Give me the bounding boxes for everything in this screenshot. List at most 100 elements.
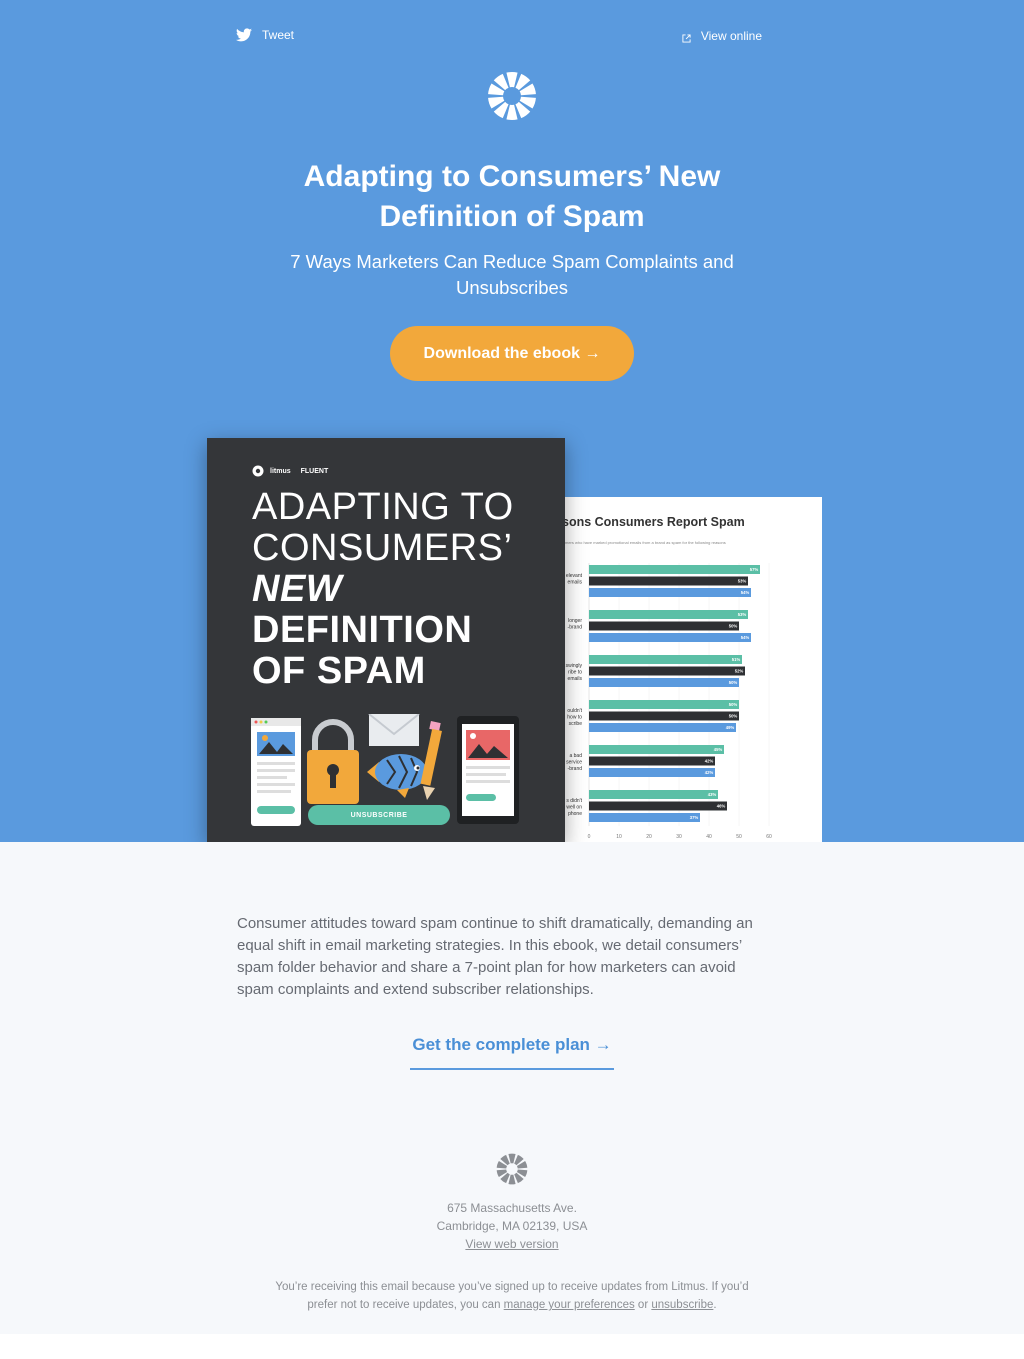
chart-category-label: ribe to [568,670,582,676]
download-ebook-button[interactable]: Download the ebook → [390,326,634,381]
padlock-illustration-icon [307,719,359,804]
external-link-icon [682,34,691,43]
chart-data-label: 50% [729,680,738,685]
logo-segment [506,104,518,120]
chart-category-label: service [566,760,582,766]
chart-bar [589,633,751,642]
phone-illustration-icon [251,718,301,826]
subtitle-line-2: Unsubscribes [455,277,569,298]
body-line-2: equal shift in email marketing strategie… [237,937,743,954]
view-web-version-link[interactable]: View web version [465,1237,558,1251]
footer-notice: You’re receiving this email because you’… [237,1278,787,1314]
chart-data-label: 46% [717,804,726,809]
chart-data-label: 54% [741,635,750,640]
cover-brands: litmus FLUENT [252,465,328,477]
tablet-illustration-icon [457,716,519,824]
chart-data-label: 45% [714,747,723,752]
chart-data-label: 42% [705,759,714,764]
tweet-link[interactable]: Tweet [236,28,294,42]
chart-bar [589,700,739,709]
chart-bar [589,666,745,676]
chart-data-label: 50% [729,714,738,719]
chart-bar [589,768,715,777]
twitter-icon [236,28,252,42]
chart-tick-label: 60 [766,834,772,840]
chart-tick-label: 10 [616,834,622,840]
body-line-3: spam folder behavior and share a 7-point… [237,959,736,976]
chart-data-label: 51% [732,657,741,662]
notice-line-2: prefer not to receive updates, you can [307,1299,504,1311]
envelope-illustration-icon [368,714,420,746]
cover-title-line-2: CONSUMERS’ [252,527,513,569]
chart-category-label: ouldn't [567,708,582,714]
chart-data-label: 52% [735,669,744,674]
fish-illustration-icon [367,754,427,798]
chart-data-label: 49% [726,725,735,730]
cover-title-line-4: DEFINITION [252,609,473,651]
address-line-1: 675 Massachusetts Ave. [447,1201,577,1215]
chart-tick-label: 50 [736,834,742,840]
brand-fluent: FLUENT [300,467,329,475]
chart-category-label: longer [568,618,582,624]
chart-bar [589,711,739,721]
page-title: Adapting to Consumers’ New Definition of… [232,157,792,237]
cover-unsubscribe-graphic: UNSUBSCRIBE [308,805,450,825]
chart-tick-label: 30 [676,834,682,840]
chart-data-label: 50% [729,624,738,629]
cover-title-line-1: ADAPTING TO [252,486,514,528]
chart-svg: 0 10 20 30 40 50 60elevantemails57%53%54%longe… [566,563,772,840]
footer-address: 675 Massachusetts Ave. Cambridge, MA 021… [312,1199,712,1253]
chart-category-label: emails [568,580,583,586]
chart-bar [589,801,727,811]
notice-end: . [713,1299,717,1311]
cover-title-line-5: OF SPAM [252,650,426,692]
chart-data-label: 53% [738,612,747,617]
manage-preferences-link[interactable]: manage your preferences [504,1299,635,1311]
chart-bar [589,745,724,754]
chart-data-label: 53% [738,579,747,584]
litmus-logo-icon [488,72,536,120]
chart-bar [589,588,751,597]
chart-category-label: phone [568,811,582,817]
chart-bar [589,756,715,766]
chart-category-label: swingly [566,663,583,669]
title-line-1: Adapting to Consumers’ New [303,160,721,193]
chart-category-label: emails [568,676,583,682]
brand-litmus: litmus [270,467,291,475]
ebook-cover: litmus FLUENT ADAPTING TO CONSUMERS’ NEW… [207,438,565,842]
logo-segment [506,72,518,88]
tweet-label: Tweet [262,28,295,42]
chart-data-label: 37% [690,815,699,820]
chart-tick-label: 0 [588,834,591,840]
intro-paragraph: Consumer attitudes toward spam continue … [237,913,787,1001]
chart-category-label: s didn't [566,798,582,804]
chart-tick-label: 20 [646,834,652,840]
chart-bar [589,621,739,631]
address-line-2: Cambridge, MA 02139, USA [436,1219,588,1233]
notice-line-1: You’re receiving this email because you’… [275,1281,749,1293]
chart-data-label: 54% [741,590,750,595]
view-online-link[interactable]: View online [682,28,762,43]
unsubscribe-link[interactable]: unsubscribe [651,1299,713,1311]
notice-or: or [634,1299,652,1311]
ebook-chart-page: sons Consumers Report Spam mers who have… [565,497,822,842]
chart-bar [589,790,718,799]
body-line-1: Consumer attitudes toward spam continue … [237,915,753,932]
chart-data-label: 50% [729,702,738,707]
chart-bar [589,723,736,732]
get-complete-plan-link[interactable]: Get the complete plan → [410,1035,614,1070]
hero-section: Tweet View online Adapting to Consumers’… [0,0,1024,842]
chart-category-label: -brand [568,766,583,772]
chart-tick-label: 40 [706,834,712,840]
content-section: Consumer attitudes toward spam continue … [0,842,1024,1334]
bottom-spacer [0,1334,1024,1359]
chart-data-label: 57% [750,567,759,572]
logo-segment [508,1174,516,1185]
logo-segment [508,1153,516,1164]
chart-bar [589,678,739,687]
chart-category-label: well on [566,805,582,811]
chart-category-label: how to [567,715,582,721]
view-online-label: View online [700,28,762,43]
top-bar: Tweet View online [236,28,762,48]
pencil-illustration-icon [420,721,442,800]
